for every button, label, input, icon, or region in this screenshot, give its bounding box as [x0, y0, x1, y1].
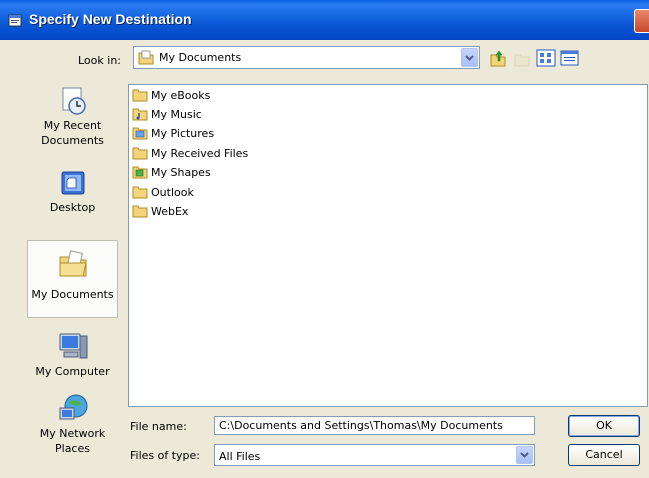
place-my-recent-documents[interactable]: My Recent Documents: [27, 82, 118, 148]
look-in-dropdown-button[interactable]: [461, 48, 478, 67]
close-button[interactable]: [634, 9, 649, 33]
folder-icon: [132, 89, 148, 102]
cancel-button[interactable]: Cancel: [568, 444, 640, 466]
view-details-icon: [560, 50, 579, 66]
title-bar[interactable]: Specify New Destination: [0, 0, 649, 40]
chevron-down-icon: [520, 452, 529, 458]
file-name: My Music: [151, 108, 202, 121]
new-folder-button[interactable]: [512, 49, 532, 67]
file-name: My Shapes: [151, 166, 211, 179]
file-name-label: File name:: [130, 420, 187, 433]
place-label: My Documents: [31, 288, 114, 301]
recent-documents-icon: [62, 87, 86, 115]
file-type-select[interactable]: All Files: [214, 444, 535, 466]
view-menu-button[interactable]: [560, 49, 580, 67]
my-computer-icon: [59, 333, 87, 359]
place-my-documents[interactable]: My Documents: [27, 240, 118, 318]
look-in-combo[interactable]: My Documents: [133, 46, 480, 69]
look-in-label: Look in:: [78, 54, 121, 67]
my-documents-small-icon: [138, 50, 154, 65]
view-thumbnails-button[interactable]: [536, 49, 556, 67]
place-my-network-places[interactable]: My Network Places: [27, 392, 118, 456]
chevron-down-icon: [465, 55, 474, 61]
shapes-folder-icon: [132, 166, 148, 179]
place-my-computer[interactable]: My Computer: [27, 330, 118, 379]
file-type-label: Files of type:: [130, 449, 201, 462]
file-name: WebEx: [151, 205, 189, 218]
place-label: My Computer: [35, 365, 110, 378]
my-documents-icon: [59, 250, 87, 277]
file-name: My eBooks: [151, 89, 211, 102]
place-label: Desktop: [49, 201, 96, 214]
places-bar: My Recent Documents Desktop My Documents…: [27, 82, 120, 468]
pictures-folder-icon: [132, 127, 148, 140]
dialog-icon: [8, 14, 22, 27]
music-folder-icon: [132, 108, 148, 121]
up-one-level-button[interactable]: [488, 49, 508, 67]
place-desktop[interactable]: Desktop: [27, 168, 118, 215]
ok-button[interactable]: OK: [568, 415, 640, 437]
folder-icon: [132, 147, 148, 160]
file-name: My Pictures: [151, 127, 215, 140]
file-name: My Received Files: [151, 147, 249, 160]
file-name: Outlook: [151, 186, 194, 199]
folder-icon: [132, 205, 148, 218]
file-list[interactable]: My eBooks My Music My Pictures My Receiv…: [128, 84, 648, 407]
file-type-dropdown-button[interactable]: [516, 446, 533, 464]
view-icons-icon: [536, 49, 556, 67]
desktop-icon: [61, 171, 84, 195]
file-name-input[interactable]: C:\Documents and Settings\Thomas\My Docu…: [214, 416, 535, 435]
folder-icon: [132, 186, 148, 199]
file-type-value: All Files: [219, 450, 261, 463]
look-in-value: My Documents: [159, 51, 242, 64]
up-folder-icon: [490, 50, 506, 67]
new-folder-icon: [514, 54, 530, 67]
network-places-icon: [59, 394, 87, 420]
place-label: My Recent Documents: [41, 119, 104, 147]
window-title: Specify New Destination: [29, 11, 192, 27]
place-label: My Network Places: [39, 427, 106, 455]
